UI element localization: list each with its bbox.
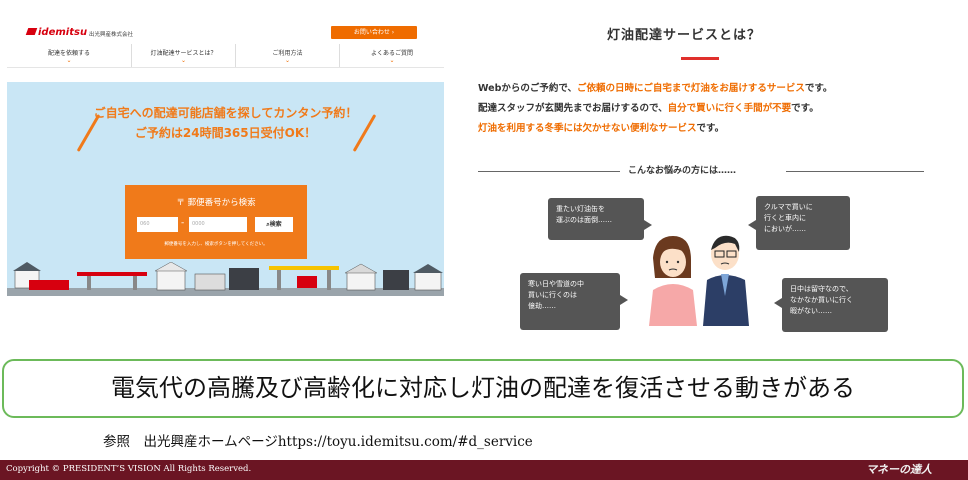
hero-headline: ご自宅への配達可能店舗を探してカンタン予約！ [93, 106, 358, 120]
speech-bubble-3: クルマで買いに 行くと車内に においが…… [756, 196, 850, 250]
title-underline [681, 57, 719, 60]
bubble-tail [774, 298, 782, 308]
logo-mark-icon [25, 28, 38, 35]
nav-item-usage[interactable]: ご利用方法 ⌄ [235, 44, 339, 67]
search-note: 郵便番号を入力し、検索ボタンを押してください。 [164, 242, 268, 247]
service-title: 灯油配達サービスとは？ [607, 28, 762, 43]
zip-input-first[interactable]: 060 [137, 217, 178, 232]
chevron-down-icon: ⌄ [284, 57, 291, 64]
contact-button-label: お問い合わせ [353, 29, 390, 36]
company-name: 出光興産株式会社 [89, 32, 134, 38]
speech-bubble-2: 寒い日や雪道の中 買いに行くのは 億劫…… [520, 273, 620, 330]
worry-label: こんなお悩みの方には…… [628, 166, 737, 176]
site-header: idemitsu 出光興産株式会社 お問い合わせ › [7, 24, 444, 42]
divider-line [478, 171, 620, 172]
hero-subheadline: ご予約は24時間365日受付OK！ [134, 126, 317, 140]
bubble-tail [620, 295, 628, 305]
contact-button[interactable]: お問い合わせ › [331, 26, 417, 39]
brand-logo: マネーの達人 [866, 463, 932, 476]
footer-bar: Copyright © PRESIDENT’S VISION All Right… [0, 460, 968, 480]
zip-search-box: 〒 郵便番号から検索 060 - 0000 ⌕検索 郵便番号を入力し、検索ボタン… [125, 185, 307, 259]
logo-text: idemitsu [38, 27, 88, 38]
nav-item-service[interactable]: 灯油配達サービスとは？ ⌄ [131, 44, 235, 67]
worried-couple-illustration [649, 235, 749, 326]
speech-bubble-1: 重たい灯油缶を 運ぶのは面倒…… [548, 198, 644, 240]
chevron-down-icon: ⌄ [66, 57, 72, 64]
website-screenshot: idemitsu 出光興産株式会社 お問い合わせ › 配達を依頼する ⌄ 灯油配達… [7, 24, 444, 296]
nav-item-request[interactable]: 配達を依頼する ⌄ [7, 44, 131, 67]
para-highlight: 自分で買いに行く手間が不要 [667, 103, 792, 114]
para-text: です。 [791, 103, 819, 114]
nav-label: 灯油配達サービスとは？ [150, 50, 217, 57]
service-para-3: 灯油を利用する冬季には欠かせない便利なサービスです。 [478, 120, 724, 134]
bubble-text: 重たい灯油缶を 運ぶのは面倒…… [556, 205, 612, 224]
postal-mark-icon: 〒 [176, 198, 185, 208]
service-para-1: Webからのご予約で、ご依頼の日時にご自宅まで灯油をお届けするサービスです。 [478, 80, 832, 94]
zip-input-second[interactable]: 0000 [189, 217, 247, 232]
search-button-label: 検索 [269, 221, 282, 228]
para-text: 配達スタッフが玄関先までお届けするので、 [478, 103, 668, 114]
divider-line [786, 171, 924, 172]
chevron-down-icon: ⌄ [180, 57, 187, 64]
site-nav: 配達を依頼する ⌄ 灯油配達サービスとは？ ⌄ ご利用方法 ⌄ よくあるご質問 ⌄ [7, 44, 444, 68]
nav-label: ご利用方法 [272, 50, 303, 57]
caption-box: 電気代の高騰及び高齢化に対応し灯油の配達を復活させる動きがある [2, 359, 964, 418]
nav-label: 配達を依頼する [47, 50, 90, 57]
hero-banner: ご自宅への配達可能店舗を探してカンタン予約！ ご予約は24時間365日受付OK！… [7, 82, 444, 296]
para-text: です。 [804, 83, 833, 94]
chevron-down-icon: ⌄ [389, 57, 395, 64]
para-highlight: 灯油を利用する冬季には欠かせない便利なサービス [478, 123, 697, 134]
speech-bubble-4: 日中は留守なので、 なかなか買いに行く 暇がない…… [782, 278, 888, 332]
bubble-text: 寒い日や雪道の中 買いに行くのは 億劫…… [528, 280, 584, 310]
nav-label: よくあるご質問 [370, 50, 413, 57]
service-para-2: 配達スタッフが玄関先までお届けするので、自分で買いに行く手間が不要です。 [478, 100, 819, 114]
para-text: Webからのご予約で、 [478, 83, 578, 94]
nav-item-faq[interactable]: よくあるご質問 ⌄ [339, 44, 444, 67]
search-button[interactable]: ⌕検索 [255, 217, 293, 232]
zip-dash: - [181, 218, 185, 228]
search-title: 〒 郵便番号から検索 [125, 196, 307, 208]
idemitsu-logo[interactable]: idemitsu [25, 27, 88, 38]
bubble-text: 日中は留守なので、 なかなか買いに行く 暇がない…… [790, 285, 853, 315]
chevron-right-icon: › [391, 29, 395, 36]
reference-text: 参照 出光興産ホームページhttps://toyu.idemitsu.com/#… [103, 434, 533, 450]
para-text: です。 [696, 123, 725, 134]
town-illustration [7, 262, 444, 296]
search-title-text: 郵便番号から検索 [187, 198, 256, 208]
caption-text: 電気代の高騰及び高齢化に対応し灯油の配達を復活させる動きがある [111, 374, 855, 402]
copyright-text: Copyright © PRESIDENT’S VISION All Right… [6, 464, 252, 474]
bubble-text: クルマで買いに 行くと車内に においが…… [764, 203, 813, 233]
para-highlight: ご依頼の日時にご自宅まで灯油をお届けするサービス [577, 83, 805, 94]
